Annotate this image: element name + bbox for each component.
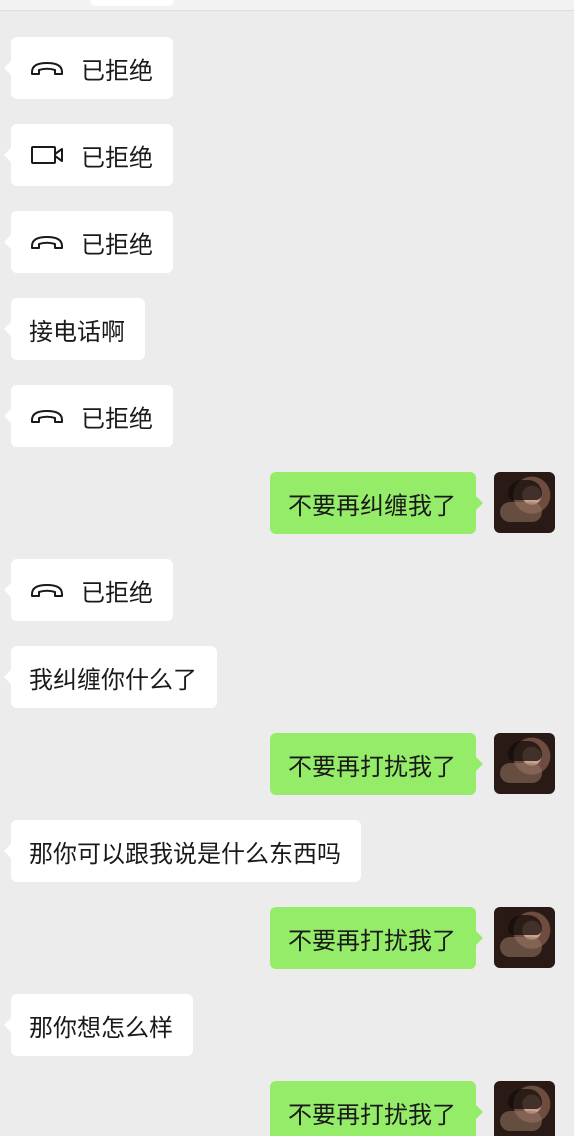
outgoing-text-bubble[interactable]: 不要再纠缠我了 bbox=[270, 472, 483, 534]
outgoing-text-bubble[interactable]: 不要再打扰我了 bbox=[270, 907, 483, 969]
message-row: 不要再打扰我了 bbox=[0, 907, 574, 969]
avatar[interactable] bbox=[494, 472, 555, 533]
phone-hangup-icon bbox=[31, 62, 63, 75]
message-row: 已拒绝 bbox=[0, 211, 574, 273]
avatar[interactable] bbox=[494, 1081, 555, 1136]
call-status-text: 已拒绝 bbox=[81, 143, 153, 172]
message-row: 不要再打扰我了 bbox=[0, 1081, 574, 1136]
message-text: 不要再打扰我了 bbox=[288, 926, 456, 955]
phone-hangup-icon bbox=[31, 410, 63, 423]
call-status-text: 已拒绝 bbox=[81, 56, 153, 85]
declined-video-call-bubble[interactable]: 已拒绝 bbox=[4, 124, 173, 186]
incoming-text-bubble[interactable]: 接电话啊 bbox=[4, 298, 145, 360]
phone-hangup-icon bbox=[31, 584, 63, 597]
message-row: 已拒绝 bbox=[0, 124, 574, 186]
outgoing-text-bubble[interactable]: 不要再打扰我了 bbox=[270, 733, 483, 795]
declined-voice-call-bubble[interactable]: 已拒绝 bbox=[4, 385, 173, 447]
message-row: 已拒绝 bbox=[0, 559, 574, 621]
message-row: 我纠缠你什么了 bbox=[0, 646, 574, 708]
message-text: 我纠缠你什么了 bbox=[29, 665, 197, 694]
message-row: 接电话啊 bbox=[0, 298, 574, 360]
message-text: 不要再打扰我了 bbox=[288, 752, 456, 781]
previous-bubble-edge bbox=[90, 0, 174, 6]
message-row: 那你可以跟我说是什么东西吗 bbox=[0, 820, 574, 882]
message-text: 不要再打扰我了 bbox=[288, 1100, 456, 1129]
call-status-text: 已拒绝 bbox=[81, 404, 153, 433]
outgoing-text-bubble[interactable]: 不要再打扰我了 bbox=[270, 1081, 483, 1136]
message-text: 不要再纠缠我了 bbox=[288, 491, 456, 520]
incoming-text-bubble[interactable]: 那你可以跟我说是什么东西吗 bbox=[4, 820, 361, 882]
call-status-text: 已拒绝 bbox=[81, 578, 153, 607]
message-row: 不要再纠缠我了 bbox=[0, 472, 574, 534]
video-camera-icon bbox=[31, 146, 63, 164]
avatar[interactable] bbox=[494, 907, 555, 968]
message-text: 那你可以跟我说是什么东西吗 bbox=[29, 839, 341, 868]
message-text: 接电话啊 bbox=[29, 317, 125, 346]
phone-hangup-icon bbox=[31, 236, 63, 249]
incoming-text-bubble[interactable]: 我纠缠你什么了 bbox=[4, 646, 217, 708]
incoming-text-bubble[interactable]: 那你想怎么样 bbox=[4, 994, 193, 1056]
avatar[interactable] bbox=[494, 733, 555, 794]
message-row: 不要再打扰我了 bbox=[0, 733, 574, 795]
message-row: 已拒绝 bbox=[0, 37, 574, 99]
message-row: 那你想怎么样 bbox=[0, 994, 574, 1056]
message-row: 已拒绝 bbox=[0, 385, 574, 447]
previous-message-fragment bbox=[0, 0, 574, 11]
declined-voice-call-bubble[interactable]: 已拒绝 bbox=[4, 211, 173, 273]
call-status-text: 已拒绝 bbox=[81, 230, 153, 259]
declined-voice-call-bubble[interactable]: 已拒绝 bbox=[4, 559, 173, 621]
message-text: 那你想怎么样 bbox=[29, 1013, 173, 1042]
declined-voice-call-bubble[interactable]: 已拒绝 bbox=[4, 37, 173, 99]
